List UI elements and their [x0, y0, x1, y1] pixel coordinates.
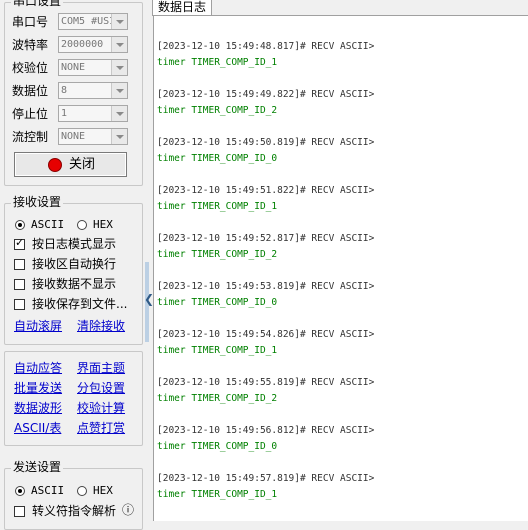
chevron-down-icon[interactable]: [111, 83, 127, 98]
stopbits-label: 停止位: [12, 107, 49, 121]
log-entry-header: [2023-12-10 15:49:56.812]# RECV ASCII>: [157, 425, 375, 436]
receive-ascii-radio[interactable]: [15, 220, 25, 230]
close-port-label: 关闭: [69, 157, 96, 172]
log-entry-message: timer TIMER_COMP_ID_0: [157, 297, 278, 308]
info-icon[interactable]: ⓘ: [122, 503, 134, 517]
log-entry-message: timer TIMER_COMP_ID_1: [157, 489, 278, 500]
log-entry-header: [2023-12-10 15:49:49.822]# RECV ASCII>: [157, 89, 375, 100]
receive-hex-label: HEX: [93, 218, 113, 231]
autoscroll-link[interactable]: 自动滚屏: [14, 319, 62, 333]
parity-label: 校验位: [12, 61, 49, 75]
escape-parse-label: 转义符指令解析: [32, 504, 117, 518]
packet-settings-link[interactable]: 分包设置: [77, 381, 125, 395]
port-value: COM5 #USI: [61, 16, 111, 27]
baud-select[interactable]: 2000000: [58, 36, 128, 53]
auto-wrap-checkbox[interactable]: [14, 259, 25, 270]
stopbits-value: 1: [61, 108, 68, 119]
receive-ascii-label: ASCII: [31, 218, 65, 231]
log-entry: [2023-12-10 15:49:54.826]# RECV ASCII> ti…: [157, 329, 374, 357]
chevron-down-icon[interactable]: [111, 14, 127, 29]
log-entry: [2023-12-10 15:49:49.822]# RECV ASCII> ti…: [157, 89, 374, 117]
log-entry-message: timer TIMER_COMP_ID_2: [157, 393, 278, 404]
baud-value: 2000000: [61, 39, 104, 50]
log-entry: [2023-12-10 15:49:55.819]# RECV ASCII> ti…: [157, 377, 374, 405]
log-entry-message: timer TIMER_COMP_ID_1: [157, 345, 278, 356]
log-mode-checkbox[interactable]: ✓: [14, 236, 25, 250]
send-hex-radio[interactable]: [77, 486, 87, 496]
port-select[interactable]: COM5 #USI: [58, 13, 128, 30]
chevron-down-icon[interactable]: [111, 106, 127, 121]
chevron-down-icon[interactable]: [111, 129, 127, 144]
chevron-down-icon[interactable]: [111, 60, 127, 75]
send-ascii-label: ASCII: [31, 484, 65, 497]
receive-settings-title: 接收设置: [11, 195, 64, 209]
log-entry-header: [2023-12-10 15:49:53.819]# RECV ASCII>: [157, 281, 375, 292]
ascii-table-link[interactable]: ASCII/表: [14, 421, 61, 435]
log-entry: [2023-12-10 15:49:51.822]# RECV ASCII> ti…: [157, 185, 374, 213]
log-entry: [2023-12-10 15:49:48.817]# RECV ASCII> ti…: [157, 41, 374, 69]
tab-data-log[interactable]: 数据日志: [152, 0, 212, 16]
send-settings-title: 发送设置: [11, 460, 64, 474]
send-ascii-radio[interactable]: [15, 486, 25, 496]
flowcontrol-select[interactable]: NONE: [58, 128, 128, 145]
log-entry-header: [2023-12-10 15:49:55.819]# RECV ASCII>: [157, 377, 375, 388]
panel-splitter[interactable]: ❮: [143, 0, 154, 521]
log-entry-message: timer TIMER_COMP_ID_1: [157, 201, 278, 212]
log-entry: [2023-12-10 15:49:57.819]# RECV ASCII> ti…: [157, 473, 374, 501]
red-status-icon: [48, 158, 62, 172]
hide-data-label: 接收数据不显示: [32, 277, 117, 291]
log-entry-message: timer TIMER_COMP_ID_2: [157, 249, 278, 260]
log-entry-header: [2023-12-10 15:49:57.819]# RECV ASCII>: [157, 473, 375, 484]
baud-label: 波特率: [12, 38, 49, 52]
auto-reply-link[interactable]: 自动应答: [14, 361, 62, 375]
log-entry-header: [2023-12-10 15:49:52.817]# RECV ASCII>: [157, 233, 375, 244]
escape-parse-checkbox[interactable]: [14, 506, 25, 517]
send-hex-label: HEX: [93, 484, 113, 497]
log-panel[interactable]: [2023-12-10 15:49:48.817]# RECV ASCII> ti…: [153, 15, 528, 521]
clear-receive-link[interactable]: 清除接收: [77, 319, 125, 333]
donate-link[interactable]: 点赞打赏: [77, 421, 125, 435]
log-entry-message: timer TIMER_COMP_ID_2: [157, 105, 278, 116]
auto-wrap-label: 接收区自动换行: [32, 257, 117, 271]
log-entry-header: [2023-12-10 15:49:51.822]# RECV ASCII>: [157, 185, 375, 196]
theme-link[interactable]: 界面主题: [77, 361, 125, 375]
save-to-file-label: 接收保存到文件...: [32, 297, 128, 311]
databits-select[interactable]: 8: [58, 82, 128, 99]
databits-value: 8: [61, 85, 68, 96]
log-entry-message: timer TIMER_COMP_ID_0: [157, 441, 278, 452]
log-entry-header: [2023-12-10 15:49:48.817]# RECV ASCII>: [157, 41, 375, 52]
check-icon: ✓: [15, 236, 25, 249]
serial-settings-title: 串口设置: [11, 0, 64, 8]
log-entry: [2023-12-10 15:49:56.812]# RECV ASCII> ti…: [157, 425, 374, 453]
log-entry-message: timer TIMER_COMP_ID_1: [157, 57, 278, 68]
close-port-button[interactable]: 关闭: [14, 152, 127, 177]
port-label: 串口号: [12, 15, 49, 29]
chevron-down-icon[interactable]: [111, 37, 127, 52]
log-entry: [2023-12-10 15:49:53.819]# RECV ASCII> ti…: [157, 281, 374, 309]
parity-select[interactable]: NONE: [58, 59, 128, 76]
checksum-link[interactable]: 校验计算: [77, 401, 125, 415]
databits-label: 数据位: [12, 84, 49, 98]
save-to-file-checkbox[interactable]: [14, 299, 25, 310]
log-entry-header: [2023-12-10 15:49:50.819]# RECV ASCII>: [157, 137, 375, 148]
waveform-link[interactable]: 数据波形: [14, 401, 62, 415]
parity-value: NONE: [61, 62, 86, 73]
receive-hex-radio[interactable]: [77, 220, 87, 230]
flowcontrol-label: 流控制: [12, 130, 49, 144]
log-entry: [2023-12-10 15:49:50.819]# RECV ASCII> ti…: [157, 137, 374, 165]
stopbits-select[interactable]: 1: [58, 105, 128, 122]
hide-data-checkbox[interactable]: [14, 279, 25, 290]
log-entry-header: [2023-12-10 15:49:54.826]# RECV ASCII>: [157, 329, 375, 340]
log-mode-label: 按日志模式显示: [32, 237, 117, 251]
flowcontrol-value: NONE: [61, 131, 86, 142]
batch-send-link[interactable]: 批量发送: [14, 381, 62, 395]
log-entry: [2023-12-10 15:49:52.817]# RECV ASCII> ti…: [157, 233, 374, 261]
log-entry-message: timer TIMER_COMP_ID_0: [157, 153, 278, 164]
